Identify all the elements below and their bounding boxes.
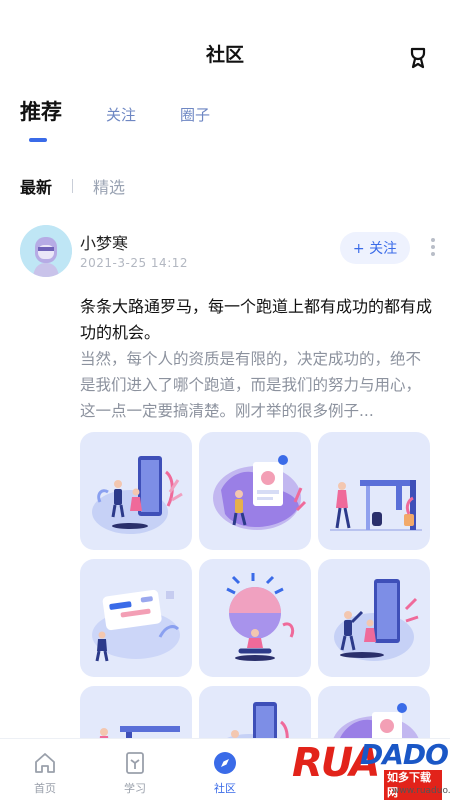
follow-button[interactable]: + 关注: [340, 232, 410, 264]
page-title: 社区: [205, 44, 244, 66]
compass-icon: [214, 752, 236, 774]
nav-label: 社区: [214, 782, 236, 795]
post-image[interactable]: [80, 559, 192, 677]
nav-label: 学习: [124, 782, 146, 795]
sub-tabs: 最新 精选: [20, 174, 125, 198]
post-image[interactable]: [318, 432, 430, 550]
subtab-featured[interactable]: 精选: [93, 174, 125, 198]
post-body: 当然，每个人的资质是有限的，决定成功的，绝不是我们进入了哪个跑道，而是我们的努力…: [80, 350, 422, 420]
header: 社区: [0, 0, 450, 96]
post-image[interactable]: [199, 559, 311, 677]
post-image[interactable]: [318, 559, 430, 677]
divider: [72, 179, 74, 193]
active-tab-indicator: [29, 138, 47, 142]
tab-recommend[interactable]: 推荐: [20, 96, 62, 142]
post-image[interactable]: [80, 432, 192, 550]
nav-community[interactable]: 社区: [180, 739, 270, 800]
watermark-logo: RUA DADO 如多下载网 www.ruaduo.com: [292, 738, 450, 800]
post-image[interactable]: [199, 432, 311, 550]
nav-label: 首页: [34, 782, 56, 795]
book-icon: [126, 752, 144, 774]
nav-study[interactable]: 学习: [90, 739, 180, 800]
subtab-latest[interactable]: 最新: [20, 174, 52, 198]
tab-follow[interactable]: 关注: [106, 96, 136, 125]
watermark-url: www.ruaduo.com: [392, 786, 450, 796]
community-page: 社区 推荐 关注 圈子 最新 精选 小梦寒 2021-3-25 14:12 + …: [0, 0, 450, 800]
avatar[interactable]: [20, 225, 72, 277]
watermark-brand-2: DADO: [360, 738, 449, 771]
tab-circles[interactable]: 圈子: [180, 96, 210, 125]
main-tabs: 推荐 关注 圈子: [20, 96, 254, 146]
post-time: 2021-3-25 14:12: [80, 256, 188, 270]
post-title: 条条大路通罗马，每一个跑道上都有成功的都有成功的机会。: [80, 297, 433, 342]
home-icon: [35, 753, 55, 773]
trophy-icon[interactable]: [406, 46, 430, 70]
username[interactable]: 小梦寒: [80, 230, 128, 254]
nav-home[interactable]: 首页: [0, 739, 90, 800]
tab-label: 推荐: [20, 100, 62, 124]
more-options-icon[interactable]: [430, 238, 436, 258]
